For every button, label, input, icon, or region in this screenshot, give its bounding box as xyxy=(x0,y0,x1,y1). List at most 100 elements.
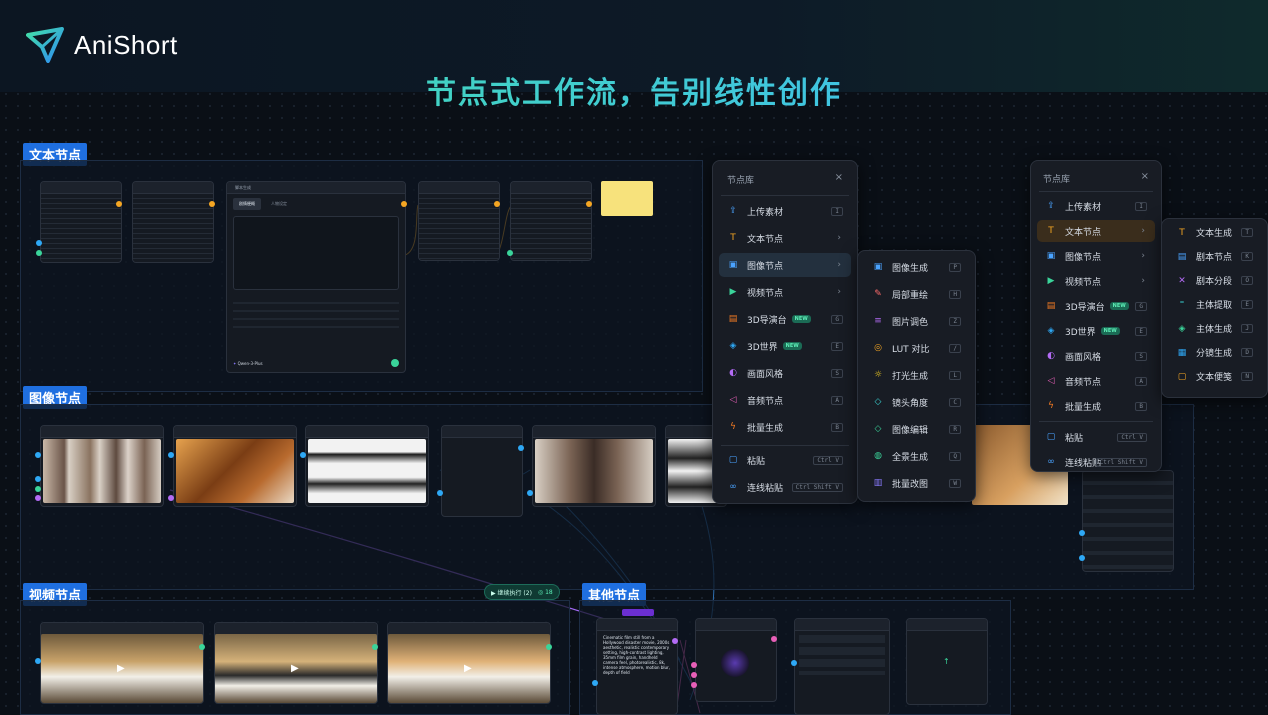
menu-item-subject[interactable]: ◈ 主体生成 J xyxy=(1168,318,1261,339)
video-node-2[interactable]: ▶ xyxy=(214,622,378,704)
menu-item-brush[interactable]: ✎ 局部重绘 H xyxy=(864,282,969,306)
menu-item-palette[interactable]: ◐ 画面风格 S xyxy=(1037,345,1155,367)
menu-item-stack[interactable]: ▥ 批量改图 W xyxy=(864,471,969,495)
upload-node[interactable]: ↑ xyxy=(906,618,988,705)
port[interactable] xyxy=(116,201,122,207)
menu-item-clapper[interactable]: ▤ 3D导演台 NEW G xyxy=(1037,295,1155,317)
menu-item-clapper[interactable]: ▤ 3D导演台 NEW G xyxy=(719,307,851,331)
model-row[interactable]: ✦ Qwen-3-Plus xyxy=(233,361,263,366)
close-icon[interactable]: × xyxy=(1141,171,1149,182)
port[interactable] xyxy=(168,452,174,458)
port[interactable] xyxy=(546,644,552,650)
port[interactable] xyxy=(507,250,513,256)
port[interactable] xyxy=(592,680,598,686)
port[interactable] xyxy=(437,490,443,496)
text-node-4[interactable] xyxy=(510,181,592,261)
sticky-note[interactable] xyxy=(601,181,653,216)
menu-item-palette[interactable]: ◐ 画面风格 S xyxy=(719,361,851,385)
menu-item-split[interactable]: ✕ 剧本分段 O xyxy=(1168,270,1261,291)
menu-item-storyboard[interactable]: ▦ 分镜生成 D xyxy=(1168,342,1261,363)
play-icon[interactable]: ▶ xyxy=(117,663,125,674)
port[interactable] xyxy=(199,644,205,650)
menu-item-bolt[interactable]: ϟ 批量生成 B xyxy=(719,415,851,439)
settings-node[interactable] xyxy=(1082,470,1174,572)
port[interactable] xyxy=(1079,555,1085,561)
port[interactable] xyxy=(401,201,407,207)
menu-item-text[interactable]: T 文本节点 › xyxy=(719,226,851,250)
audio-node[interactable] xyxy=(695,618,777,702)
image-node-empty[interactable] xyxy=(441,425,523,517)
play-icon[interactable]: ▶ xyxy=(291,663,299,674)
port[interactable] xyxy=(771,636,777,642)
port[interactable] xyxy=(300,452,306,458)
menu-item-sliders[interactable]: ≡ 图片调色 Z xyxy=(864,309,969,333)
play-icon[interactable]: ▶ xyxy=(464,663,472,674)
menu-item-audio[interactable]: ◁ 音频节点 A xyxy=(1037,370,1155,392)
menu-item-upload[interactable]: ⇪ 上传素材 I xyxy=(1037,195,1155,217)
port[interactable] xyxy=(691,662,697,668)
menu-item-audio[interactable]: ◁ 音频节点 A xyxy=(719,388,851,412)
port[interactable] xyxy=(35,495,41,501)
port[interactable] xyxy=(36,240,42,246)
menu-item-text[interactable]: T 文本节点 › xyxy=(1037,220,1155,242)
menu-item-bolt[interactable]: ϟ 批量生成 B xyxy=(1037,395,1155,417)
menu-item-paste[interactable]: ▢ 粘贴 Ctrl V xyxy=(719,448,851,472)
prompt-node[interactable]: Cinematic film still from a Hollywood di… xyxy=(596,618,678,715)
port[interactable] xyxy=(518,445,524,451)
menu-item-sun[interactable]: ☼ 打光生成 L xyxy=(864,363,969,387)
image-node-interior[interactable] xyxy=(173,425,297,507)
menu-item-script[interactable]: ▤ 剧本节点 K xyxy=(1168,246,1261,267)
text-node-3[interactable] xyxy=(418,181,500,261)
menu-item-cube[interactable]: ◈ 3D世界 NEW E xyxy=(1037,320,1155,342)
script-gen-node[interactable]: 脚本生成 剧情梗概 人物设定 ✦ Qwen-3-Plus xyxy=(226,181,406,373)
menu-item-paste[interactable]: ▢ 粘贴 Ctrl V xyxy=(1037,426,1155,448)
port[interactable] xyxy=(35,476,41,482)
port[interactable] xyxy=(168,495,174,501)
port[interactable] xyxy=(35,486,41,492)
port[interactable] xyxy=(35,452,41,458)
continue-exec-button[interactable]: ▶ 继续执行 (2) ◎ 18 xyxy=(484,584,560,600)
menu-item-globe[interactable]: ◍ 全景生成 Q xyxy=(864,444,969,468)
menu-item-extract[interactable]: ⁼ 主体提取 E xyxy=(1168,294,1261,315)
menu-item-text-gen[interactable]: T 文本生成 T xyxy=(1168,222,1261,243)
port[interactable] xyxy=(672,638,678,644)
close-icon[interactable]: × xyxy=(835,172,843,183)
image-node-cars[interactable] xyxy=(305,425,429,507)
menu-item-cube[interactable]: ◈ 3D世界 NEW E xyxy=(719,334,851,358)
text-node-1[interactable] xyxy=(40,181,122,263)
port[interactable] xyxy=(791,660,797,666)
upload-icon[interactable]: ↑ xyxy=(943,657,950,666)
tab-characters[interactable]: 人物设定 xyxy=(265,198,293,210)
image-node-portraits[interactable] xyxy=(40,425,164,507)
text-node-2[interactable] xyxy=(132,181,214,263)
video-node-3[interactable]: ▶ xyxy=(387,622,551,704)
menu-item-image-gen[interactable]: ▣ 图像生成 P xyxy=(864,255,969,279)
menu-item-camera-angle[interactable]: ◇ 镜头角度 C xyxy=(864,390,969,414)
video-node-1[interactable]: ▶ xyxy=(40,622,204,704)
tab-synopsis[interactable]: 剧情梗概 xyxy=(233,198,261,210)
port[interactable] xyxy=(494,201,500,207)
menu-item-video[interactable]: ▶ 视频节点 › xyxy=(1037,270,1155,292)
image-node-portraits-2[interactable] xyxy=(532,425,656,507)
menu-item-layers[interactable]: ◎ LUT 对比 / xyxy=(864,336,969,360)
port[interactable] xyxy=(209,201,215,207)
port[interactable] xyxy=(1079,530,1085,536)
menu-item-image[interactable]: ▣ 图像节点 › xyxy=(719,253,851,277)
menu-item-link[interactable]: ∞ 连线粘贴 Ctrl Shift V xyxy=(719,475,851,499)
script-input-area[interactable] xyxy=(233,216,399,290)
port[interactable] xyxy=(372,644,378,650)
port[interactable] xyxy=(36,250,42,256)
menu-item-eraser[interactable]: ◇ 图像编辑 R xyxy=(864,417,969,441)
port[interactable] xyxy=(35,658,41,664)
config-node[interactable] xyxy=(794,618,890,715)
port[interactable] xyxy=(527,490,533,496)
menu-item-note[interactable]: ▢ 文本便笺 N xyxy=(1168,366,1261,387)
run-button[interactable] xyxy=(391,359,399,367)
menu-item-link[interactable]: ∞ 连线粘贴 Ctrl Shift V xyxy=(1037,451,1155,473)
port[interactable] xyxy=(691,682,697,688)
menu-item-upload[interactable]: ⇪ 上传素材 I xyxy=(719,199,851,223)
port[interactable] xyxy=(691,672,697,678)
menu-item-video[interactable]: ▶ 视频节点 › xyxy=(719,280,851,304)
port[interactable] xyxy=(586,201,592,207)
menu-item-image[interactable]: ▣ 图像节点 › xyxy=(1037,245,1155,267)
